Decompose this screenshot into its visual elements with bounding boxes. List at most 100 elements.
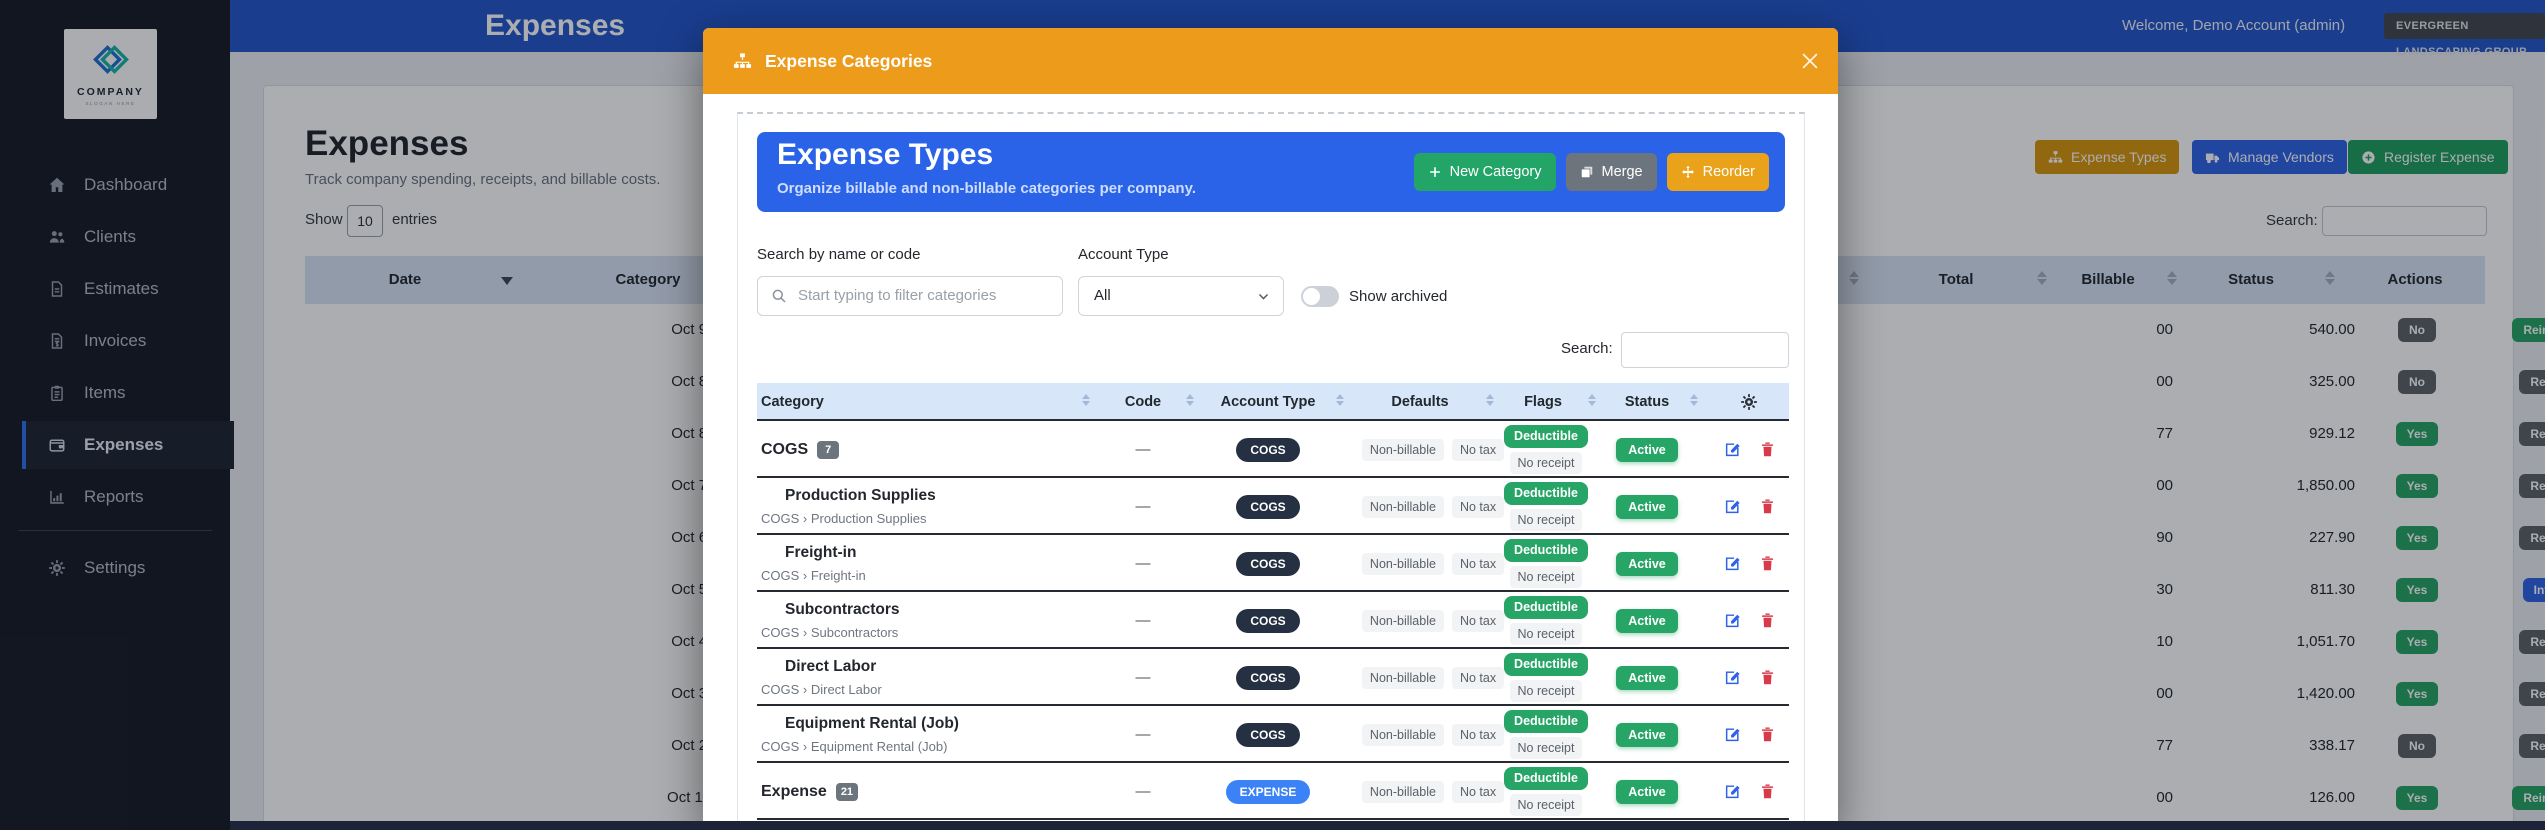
category-code: — [1135, 441, 1151, 458]
status-cell: Active [1607, 478, 1687, 535]
show-archived-toggle[interactable] [1301, 286, 1339, 307]
category-code: — [1135, 726, 1151, 743]
delete-icon[interactable] [1759, 441, 1776, 458]
defaults-cell: Non-billable No tax [1353, 478, 1513, 535]
default-badge: No tax [1451, 723, 1505, 746]
deductible-badge: Deductible [1504, 653, 1588, 676]
arrows-move-icon [1681, 165, 1695, 179]
toggle-knob [1303, 288, 1320, 305]
reorder-button[interactable]: Reorder [1666, 153, 1769, 191]
no-receipt-badge: No receipt [1509, 623, 1583, 645]
edit-icon[interactable] [1724, 441, 1741, 458]
default-badge: Non-billable [1361, 780, 1444, 803]
edit-icon[interactable] [1724, 612, 1741, 629]
delete-icon[interactable] [1759, 612, 1776, 629]
category-count-badge: 7 [817, 440, 840, 459]
account-type-cell: COGS [1208, 421, 1328, 478]
sitemap-icon [733, 52, 752, 71]
delete-icon[interactable] [1759, 555, 1776, 572]
account-type-select[interactable]: All [1078, 276, 1284, 316]
category-name-text: Freight-in [785, 544, 857, 561]
account-type-sort-icon[interactable] [1336, 394, 1344, 406]
edit-icon[interactable] [1724, 498, 1741, 515]
default-badge: Non-billable [1361, 609, 1444, 632]
reorder-label: Reorder [1702, 164, 1755, 180]
category-name: Direct Labor [785, 656, 876, 678]
col-status[interactable]: Status [1607, 383, 1687, 421]
default-badge: Non-billable [1361, 438, 1444, 461]
category-name-text: Direct Labor [785, 658, 877, 675]
screen: COMPANY SLOGAN HERE Dashboard Clients Esti… [0, 0, 2545, 830]
col-flags[interactable]: Flags [1503, 383, 1583, 421]
expense-types-banner: Expense Types Organize billable and non-… [757, 132, 1785, 212]
row-actions [1707, 592, 1793, 649]
row-actions [1707, 421, 1793, 478]
category-sort-icon[interactable] [1082, 394, 1090, 406]
edit-icon[interactable] [1724, 669, 1741, 686]
modal-search-label: Search: [1561, 340, 1613, 357]
default-badge: No tax [1451, 666, 1505, 689]
deductible-badge: Deductible [1504, 596, 1588, 619]
flags-cell: Deductible No receipt [1503, 535, 1589, 592]
deductible-badge: Deductible [1504, 710, 1588, 733]
default-badge: No tax [1451, 780, 1505, 803]
account-type-badge: COGS [1236, 608, 1300, 633]
flags-cell: Deductible No receipt [1503, 649, 1589, 706]
edit-icon[interactable] [1724, 726, 1741, 743]
edit-icon[interactable] [1724, 783, 1741, 800]
category-name: Production Supplies [785, 485, 936, 507]
flags-cell: Deductible No receipt [1503, 421, 1589, 478]
close-icon[interactable] [1800, 51, 1820, 71]
modal-search-input[interactable] [1621, 332, 1789, 368]
delete-icon[interactable] [1759, 669, 1776, 686]
no-receipt-badge: No receipt [1509, 566, 1583, 588]
delete-icon[interactable] [1759, 783, 1776, 800]
code-sort-icon[interactable] [1186, 394, 1194, 406]
col-defaults[interactable]: Defaults [1370, 383, 1470, 421]
expense-categories-modal: Expense Categories Expense Types Organiz… [703, 28, 1838, 830]
category-search-input[interactable]: Start typing to filter categories [757, 276, 1063, 316]
active-badge: Active [1616, 779, 1678, 804]
account-type-cell: COGS [1208, 649, 1328, 706]
new-category-button[interactable]: New Category [1413, 153, 1556, 191]
defaults-cell: Non-billable No tax [1353, 763, 1513, 820]
default-badge: Non-billable [1361, 552, 1444, 575]
no-receipt-badge: No receipt [1509, 452, 1583, 474]
account-type-cell: COGS [1208, 706, 1328, 763]
row-actions [1707, 649, 1793, 706]
delete-icon[interactable] [1759, 498, 1776, 515]
status-cell: Active [1607, 763, 1687, 820]
category-search-placeholder: Start typing to filter categories [798, 287, 997, 304]
account-type-label: Account Type [1078, 246, 1169, 263]
category-row: Direct Labor COGS › Direct Labor — COGS Non-… [757, 649, 1789, 706]
banner-subtitle: Organize billable and non-billable categ… [777, 180, 1196, 197]
active-badge: Active [1616, 608, 1678, 633]
defaults-sort-icon[interactable] [1486, 394, 1494, 406]
merge-button[interactable]: Merge [1565, 153, 1657, 191]
category-code: — [1135, 669, 1151, 686]
category-name: Equipment Rental (Job) [785, 713, 959, 735]
deductible-badge: Deductible [1504, 482, 1588, 505]
categories-table-header: Category Code Account Type Defaults Flag… [757, 383, 1789, 421]
col-category[interactable]: Category [761, 383, 824, 421]
category-row: Freight-in COGS › Freight-in — COGS Non-bill… [757, 535, 1789, 592]
active-badge: Active [1616, 494, 1678, 519]
account-type-cell: COGS [1208, 478, 1328, 535]
edit-icon[interactable] [1724, 555, 1741, 572]
status-sort-icon[interactable] [1690, 394, 1698, 406]
col-code[interactable]: Code [1103, 383, 1183, 421]
category-name-text: COGS [761, 440, 809, 458]
account-type-badge: COGS [1236, 722, 1300, 747]
category-breadcrumb: COGS › Subcontractors [761, 625, 899, 640]
defaults-cell: Non-billable No tax [1353, 535, 1513, 592]
account-type-cell: COGS [1208, 592, 1328, 649]
delete-icon[interactable] [1759, 726, 1776, 743]
flags-sort-icon[interactable] [1588, 394, 1596, 406]
window-bottom-edge [230, 821, 2545, 830]
defaults-cell: Non-billable No tax [1353, 649, 1513, 706]
category-count-badge: 21 [835, 782, 859, 801]
category-breadcrumb: COGS › Equipment Rental (Job) [761, 739, 948, 754]
defaults-cell: Non-billable No tax [1353, 706, 1513, 763]
col-account-type[interactable]: Account Type [1208, 383, 1328, 421]
gear-icon[interactable] [1740, 393, 1758, 411]
